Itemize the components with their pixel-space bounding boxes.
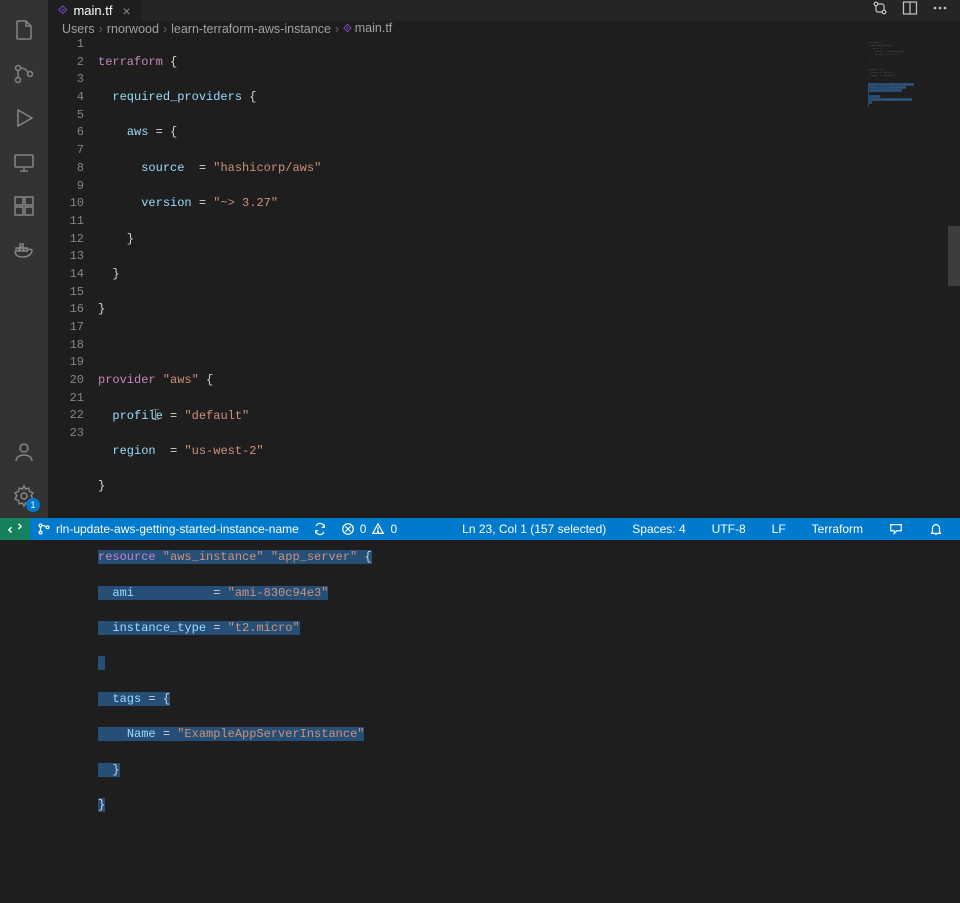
feedback-icon[interactable] [882, 518, 910, 540]
breadcrumb-file[interactable]: ⟐main.tf [343, 21, 392, 36]
tabs-row: ⟐ main.tf × [48, 0, 960, 21]
tab-main-tf[interactable]: ⟐ main.tf × [48, 0, 142, 21]
problems-status[interactable]: 0 0 [334, 518, 404, 540]
accounts-icon[interactable] [0, 430, 48, 474]
breadcrumb-seg[interactable]: Users [62, 22, 95, 36]
status-bar: rln-update-aws-getting-started-instance-… [0, 518, 960, 540]
source-control-icon[interactable] [0, 52, 48, 96]
notifications-icon[interactable] [922, 518, 950, 540]
code-content[interactable]: terraform { required_providers { aws = {… [98, 36, 960, 903]
chevron-right-icon: › [335, 22, 339, 36]
breadcrumbs: Users › rnorwood › learn-terraform-aws-i… [48, 21, 960, 36]
extensions-icon[interactable] [0, 184, 48, 228]
more-actions-icon[interactable] [932, 0, 948, 21]
close-icon[interactable]: × [122, 3, 130, 19]
explorer-icon[interactable] [0, 8, 48, 52]
warning-count: 0 [390, 522, 397, 536]
tabs-actions [872, 0, 960, 21]
settings-badge: 1 [26, 498, 40, 512]
branch-name: rln-update-aws-getting-started-instance-… [56, 522, 299, 536]
terraform-file-icon: ⟐ [58, 3, 67, 18]
scrollbar-track[interactable] [948, 36, 960, 903]
split-editor-icon[interactable] [902, 0, 918, 21]
settings-gear-icon[interactable]: 1 [0, 474, 48, 518]
minimap-preview: terraform { required_providers { aws = {… [868, 38, 948, 110]
sync-status[interactable] [306, 518, 334, 540]
chevron-right-icon: › [163, 22, 167, 36]
docker-icon[interactable] [0, 228, 48, 272]
remote-indicator[interactable] [0, 518, 30, 540]
activity-bar: 1 [0, 0, 48, 518]
chevron-right-icon: › [99, 22, 103, 36]
breadcrumb-seg[interactable]: rnorwood [107, 22, 159, 36]
code-editor[interactable]: 1234567891011121314151617181920212223 te… [48, 36, 960, 903]
language-mode-status[interactable]: Terraform [805, 518, 870, 540]
run-debug-icon[interactable] [0, 96, 48, 140]
line-number-gutter: 1234567891011121314151617181920212223 [48, 36, 98, 903]
compare-changes-icon[interactable] [872, 0, 888, 21]
terraform-file-icon: ⟐ [343, 23, 352, 35]
git-branch-status[interactable]: rln-update-aws-getting-started-instance-… [30, 518, 306, 540]
encoding-status[interactable]: UTF-8 [705, 518, 753, 540]
scrollbar-thumb[interactable] [948, 226, 960, 286]
eol-status[interactable]: LF [765, 518, 793, 540]
indentation-status[interactable]: Spaces: 4 [625, 518, 692, 540]
tab-filename: main.tf [73, 3, 112, 18]
editor-area: ⟐ main.tf × Users › rnorwood › learn-ter… [48, 0, 960, 518]
breadcrumb-seg[interactable]: learn-terraform-aws-instance [171, 22, 331, 36]
cursor-position-status[interactable]: Ln 23, Col 1 (157 selected) [455, 518, 613, 540]
remote-explorer-icon[interactable] [0, 140, 48, 184]
minimap[interactable]: terraform { required_providers { aws = {… [848, 36, 948, 903]
error-count: 0 [360, 522, 367, 536]
